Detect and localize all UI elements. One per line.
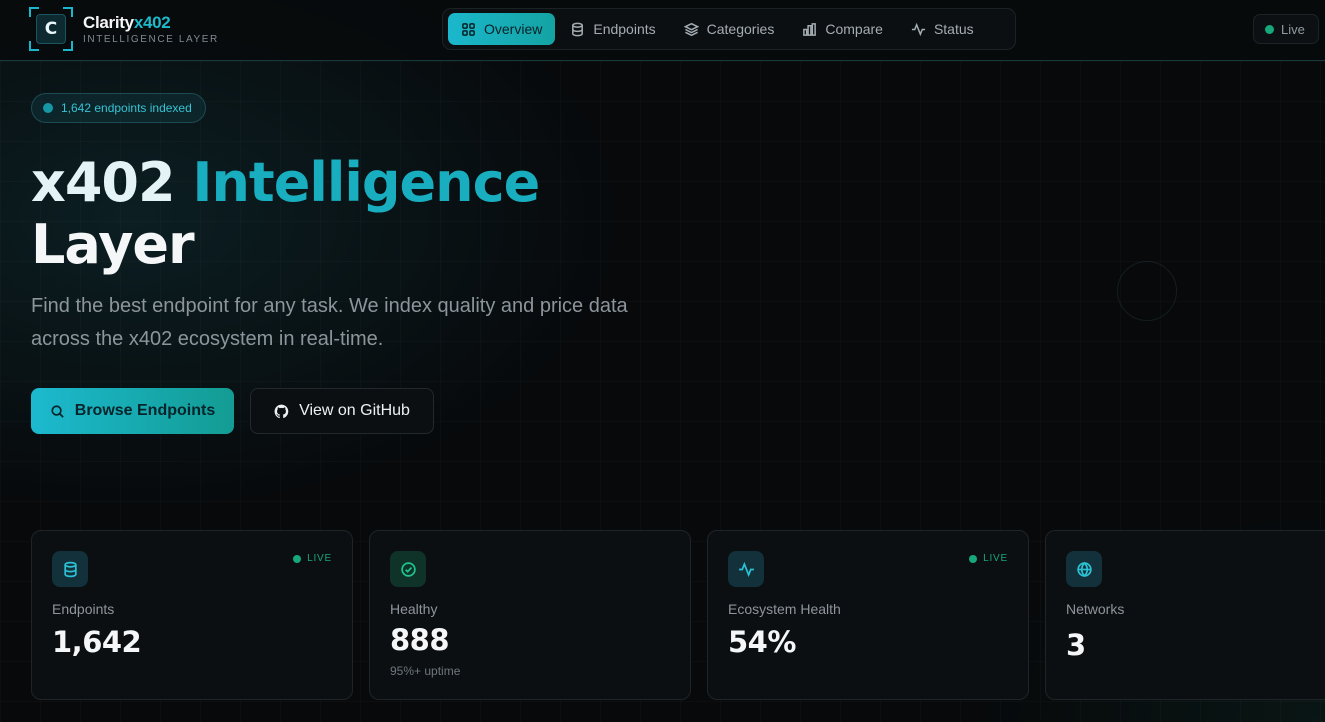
- brand-mark-icon: C: [29, 7, 73, 51]
- search-icon: [51, 404, 64, 418]
- main-nav: Overview Endpoints Categories Compare St…: [442, 8, 1016, 50]
- globe-icon: [1076, 561, 1092, 577]
- github-icon: [274, 404, 289, 418]
- activity-icon: [911, 22, 925, 36]
- stat-value: 888: [390, 623, 450, 657]
- stat-icon-box: [1066, 551, 1102, 587]
- live-dot-icon: [293, 554, 302, 563]
- tab-endpoints[interactable]: Endpoints: [557, 13, 668, 45]
- live-indicator: LIVE: [969, 553, 1008, 564]
- live-status-pill: Live: [1253, 14, 1319, 44]
- tab-status[interactable]: Status: [898, 13, 987, 45]
- top-navigation-bar: C Clarityx402 INTELLIGENCE LAYER Overvie…: [0, 0, 1325, 61]
- database-icon: [572, 22, 584, 36]
- grid-icon: [462, 22, 475, 36]
- browse-endpoints-button[interactable]: Browse Endpoints: [31, 388, 234, 434]
- indexed-count-badge: 1,642 endpoints indexed: [31, 93, 206, 123]
- stat-label: Endpoints: [52, 601, 115, 617]
- live-dot-icon: [969, 554, 978, 563]
- stat-card-ecosystem-health: LIVE Ecosystem Health 54%: [707, 530, 1029, 700]
- view-github-button[interactable]: View on GitHub: [250, 388, 434, 434]
- activity-icon: [738, 561, 754, 577]
- stat-card-networks: Networks 3: [1045, 530, 1325, 700]
- brand-name: Clarityx402: [83, 13, 171, 32]
- layers-icon: [683, 22, 699, 36]
- decorative-circle: [1117, 261, 1177, 321]
- stat-label: Healthy: [390, 601, 438, 617]
- tab-overview[interactable]: Overview: [448, 13, 556, 45]
- stat-icon-box: [728, 551, 764, 587]
- tab-categories[interactable]: Categories: [671, 13, 788, 45]
- tab-label: Endpoints: [593, 21, 656, 37]
- bar-chart-icon: [803, 22, 817, 36]
- hero-title: x402 Intelligence Layer: [31, 151, 540, 276]
- stat-subtext: 95%+ uptime: [390, 664, 461, 678]
- database-icon: [63, 561, 77, 577]
- view-github-label: View on GitHub: [299, 402, 410, 419]
- tab-label: Status: [933, 21, 974, 37]
- stat-label: Networks: [1066, 601, 1125, 617]
- check-circle-icon: [400, 561, 416, 577]
- tab-compare[interactable]: Compare: [789, 13, 896, 45]
- stat-card-healthy: Healthy 888 95%+ uptime: [369, 530, 691, 700]
- brand-mark-letter: C: [36, 14, 66, 44]
- hero-description: Find the best endpoint for any task. We …: [31, 295, 628, 350]
- live-indicator: LIVE: [293, 553, 332, 564]
- tab-label: Categories: [706, 21, 775, 37]
- browse-endpoints-label: Browse Endpoints: [74, 402, 216, 419]
- tab-label: Compare: [825, 21, 883, 37]
- stat-icon-box: [390, 551, 426, 587]
- badge-dot-icon: [43, 103, 53, 113]
- brand-tagline: INTELLIGENCE LAYER: [83, 34, 219, 45]
- stat-label: Ecosystem Health: [728, 601, 841, 617]
- live-dot-icon: [1265, 24, 1274, 34]
- stat-icon-box: [52, 551, 88, 587]
- stat-card-endpoints: LIVE Endpoints 1,642: [31, 530, 353, 700]
- stat-value: 3: [1066, 628, 1086, 662]
- stat-value: 1,642: [52, 625, 142, 659]
- tab-label: Overview: [484, 21, 543, 37]
- badge-text: 1,642 endpoints indexed: [61, 101, 192, 115]
- stat-value: 54%: [728, 625, 796, 659]
- brand-logo[interactable]: C Clarityx402 INTELLIGENCE LAYER: [29, 7, 219, 51]
- live-status-label: Live: [1281, 21, 1305, 37]
